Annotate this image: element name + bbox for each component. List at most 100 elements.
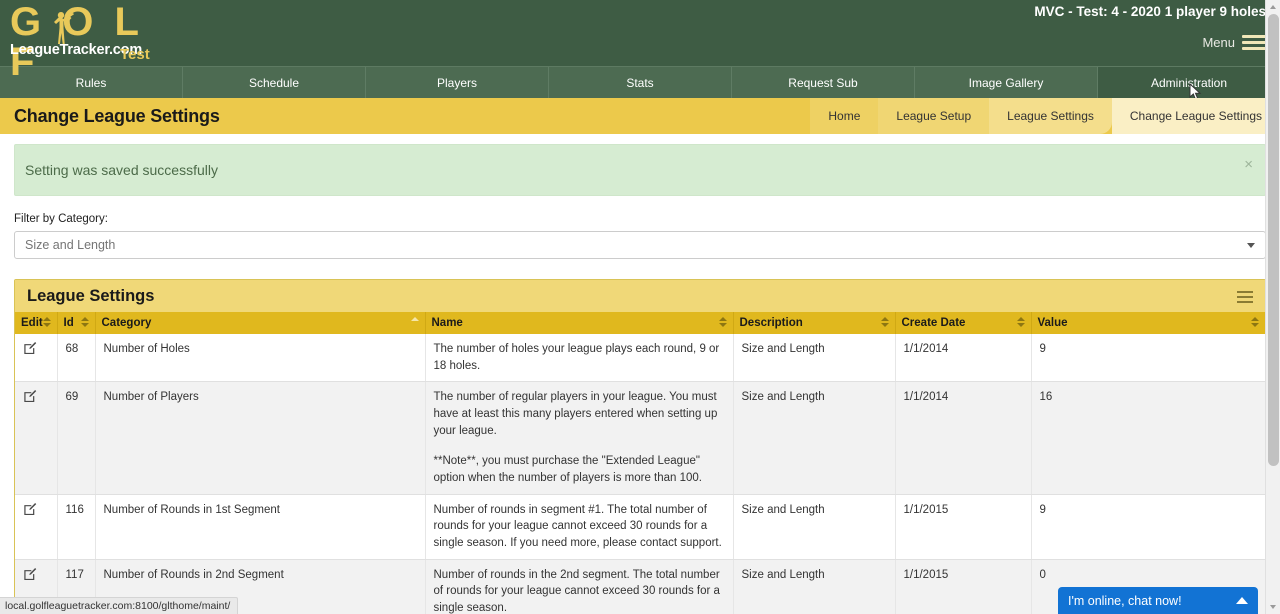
breadcrumb-item-change-league-settings[interactable]: Change League Settings	[1111, 98, 1280, 134]
logo-test-badge: Test	[120, 46, 150, 63]
column-header-edit[interactable]: Edit	[15, 312, 58, 334]
cell-create-date: 1/1/2014	[895, 381, 1032, 495]
cell-description: Size and Length	[733, 494, 896, 560]
sort-indicator-icon[interactable]	[718, 317, 727, 329]
sort-indicator-icon[interactable]	[1251, 317, 1259, 329]
chat-widget[interactable]: I'm online, chat now!	[1058, 587, 1258, 614]
edit-pencil-icon[interactable]	[23, 389, 37, 403]
sort-indicator-icon[interactable]	[410, 317, 419, 329]
category-filter-select[interactable]: Size and Length	[14, 231, 1266, 259]
page-content: Setting was saved successfully × Filter …	[0, 144, 1280, 614]
nav-item-stats[interactable]: Stats	[549, 67, 732, 98]
edit-pencil-icon[interactable]	[23, 567, 37, 581]
column-header-label: Edit	[21, 317, 43, 329]
table-row[interactable]: 69 Number of Players The number of regular…	[15, 381, 1265, 495]
cell-description: Size and Length	[733, 381, 896, 495]
breadcrumb-label: Home	[828, 109, 861, 123]
cell-name-paragraph: Number of rounds in segment #1. The tota…	[433, 503, 722, 550]
site-logo[interactable]: G O L F LeagueTracker.com Test	[6, 2, 176, 82]
menu-toggle[interactable]: Menu	[1202, 32, 1266, 53]
column-header-create-date[interactable]: Create Date	[895, 312, 1032, 334]
column-header-label: Id	[63, 317, 74, 329]
column-header-category[interactable]: Category	[95, 312, 426, 334]
cell-edit[interactable]	[15, 334, 58, 383]
cell-name: The number of holes your league plays ea…	[425, 334, 734, 383]
edit-pencil-icon[interactable]	[23, 341, 37, 355]
sort-indicator-icon[interactable]	[880, 317, 889, 329]
cell-create-date: 1/1/2015	[895, 494, 1032, 560]
page-title: Change League Settings	[14, 105, 220, 126]
cell-id: 69	[57, 381, 96, 495]
nav-item-label: Image Gallery	[968, 75, 1044, 90]
nav-item-image-gallery[interactable]: Image Gallery	[915, 67, 1098, 98]
cell-name: Number of rounds in the 2nd segment. The…	[425, 559, 734, 614]
cell-value: 9	[1031, 334, 1265, 383]
scroll-up-arrow-icon[interactable]	[1270, 5, 1276, 9]
sort-indicator-icon[interactable]	[1016, 317, 1025, 329]
breadcrumb-item-league-setup[interactable]: League Setup	[878, 98, 990, 134]
league-settings-panel: League Settings Edit Id Category Name Descri…	[14, 279, 1266, 614]
cell-name: Number of rounds in segment #1. The tota…	[425, 494, 734, 560]
menu-label: Menu	[1202, 35, 1235, 50]
cell-category: Number of Players	[95, 381, 426, 495]
cell-name-paragraph: Number of rounds in the 2nd segment. The…	[433, 568, 720, 614]
vertical-scrollbar[interactable]	[1265, 0, 1280, 614]
success-alert: Setting was saved successfully ×	[14, 144, 1266, 196]
cell-description: Size and Length	[733, 334, 896, 383]
panel-title: League Settings	[27, 286, 155, 305]
cell-create-date: 1/1/2015	[895, 559, 1032, 614]
breadcrumb-item-league-settings[interactable]: League Settings	[989, 98, 1112, 134]
cell-edit[interactable]	[15, 494, 58, 560]
cell-edit[interactable]	[15, 381, 58, 495]
chevron-down-icon	[1247, 243, 1255, 248]
app-page: G O L F LeagueTracker.com Test MVC - Tes…	[0, 0, 1280, 614]
column-header-label: Name	[431, 317, 463, 329]
cell-id: 116	[57, 494, 96, 560]
breadcrumb-label: League Setup	[896, 109, 972, 123]
breadcrumb-label: Change League Settings	[1129, 109, 1262, 123]
nav-item-players[interactable]: Players	[366, 67, 549, 98]
filter-label: Filter by Category:	[14, 213, 108, 225]
category-filter-value: Size and Length	[25, 238, 116, 252]
sort-indicator-icon[interactable]	[42, 317, 51, 329]
table-row[interactable]: 68 Number of Holes The number of holes you…	[15, 334, 1265, 383]
column-header-name[interactable]: Name	[425, 312, 734, 334]
sort-indicator-icon[interactable]	[80, 317, 89, 329]
nav-item-label: Request Sub	[788, 75, 858, 90]
cell-category: Number of Holes	[95, 334, 426, 383]
column-header-label: Description	[739, 317, 803, 329]
chevron-up-icon	[1236, 597, 1248, 604]
cell-description: Size and Length	[733, 559, 896, 614]
nav-item-label: Stats	[626, 75, 654, 90]
column-header-description[interactable]: Description	[733, 312, 896, 334]
cell-category: Number of Rounds in 1st Segment	[95, 494, 426, 560]
league-settings-table: Edit Id Category Name Description Create Date…	[15, 312, 1265, 614]
cell-create-date: 1/1/2014	[895, 334, 1032, 383]
cell-name: The number of regular players in your le…	[425, 381, 734, 495]
breadcrumb-label: League Settings	[1007, 109, 1094, 123]
close-icon[interactable]: ×	[1244, 157, 1253, 172]
site-header: G O L F LeagueTracker.com Test MVC - Tes…	[0, 0, 1280, 82]
edit-pencil-icon[interactable]	[23, 502, 37, 516]
page-titlebar: Change League Settings Home League Setup L…	[0, 98, 1280, 134]
hamburger-icon	[1242, 32, 1266, 53]
cell-value: 9	[1031, 494, 1265, 560]
nav-item-administration[interactable]: Administration	[1098, 67, 1280, 100]
breadcrumb-item-home[interactable]: Home	[810, 98, 879, 134]
alert-message: Setting was saved successfully	[25, 162, 218, 178]
main-nav: Rules Schedule Players Stats Request Sub Imag…	[0, 66, 1280, 100]
column-header-label: Create Date	[901, 317, 966, 329]
column-header-label: Value	[1037, 317, 1068, 329]
table-row[interactable]: 116 Number of Rounds in 1st Segment Number…	[15, 494, 1265, 560]
cell-name-paragraph: The number of holes your league plays ea…	[433, 343, 720, 372]
nav-item-schedule[interactable]: Schedule	[183, 67, 366, 98]
table-header: Edit Id Category Name Description Create Date…	[15, 312, 1265, 334]
scroll-down-arrow-icon[interactable]	[1270, 605, 1276, 609]
nav-item-request-sub[interactable]: Request Sub	[732, 67, 915, 98]
scrollbar-thumb[interactable]	[1268, 14, 1279, 466]
cell-id: 68	[57, 334, 96, 383]
panel-menu-icon[interactable]	[1237, 288, 1253, 306]
column-header-value[interactable]: Value	[1031, 312, 1265, 334]
chat-label: I'm online, chat now!	[1068, 593, 1182, 608]
column-header-id[interactable]: Id	[57, 312, 96, 334]
